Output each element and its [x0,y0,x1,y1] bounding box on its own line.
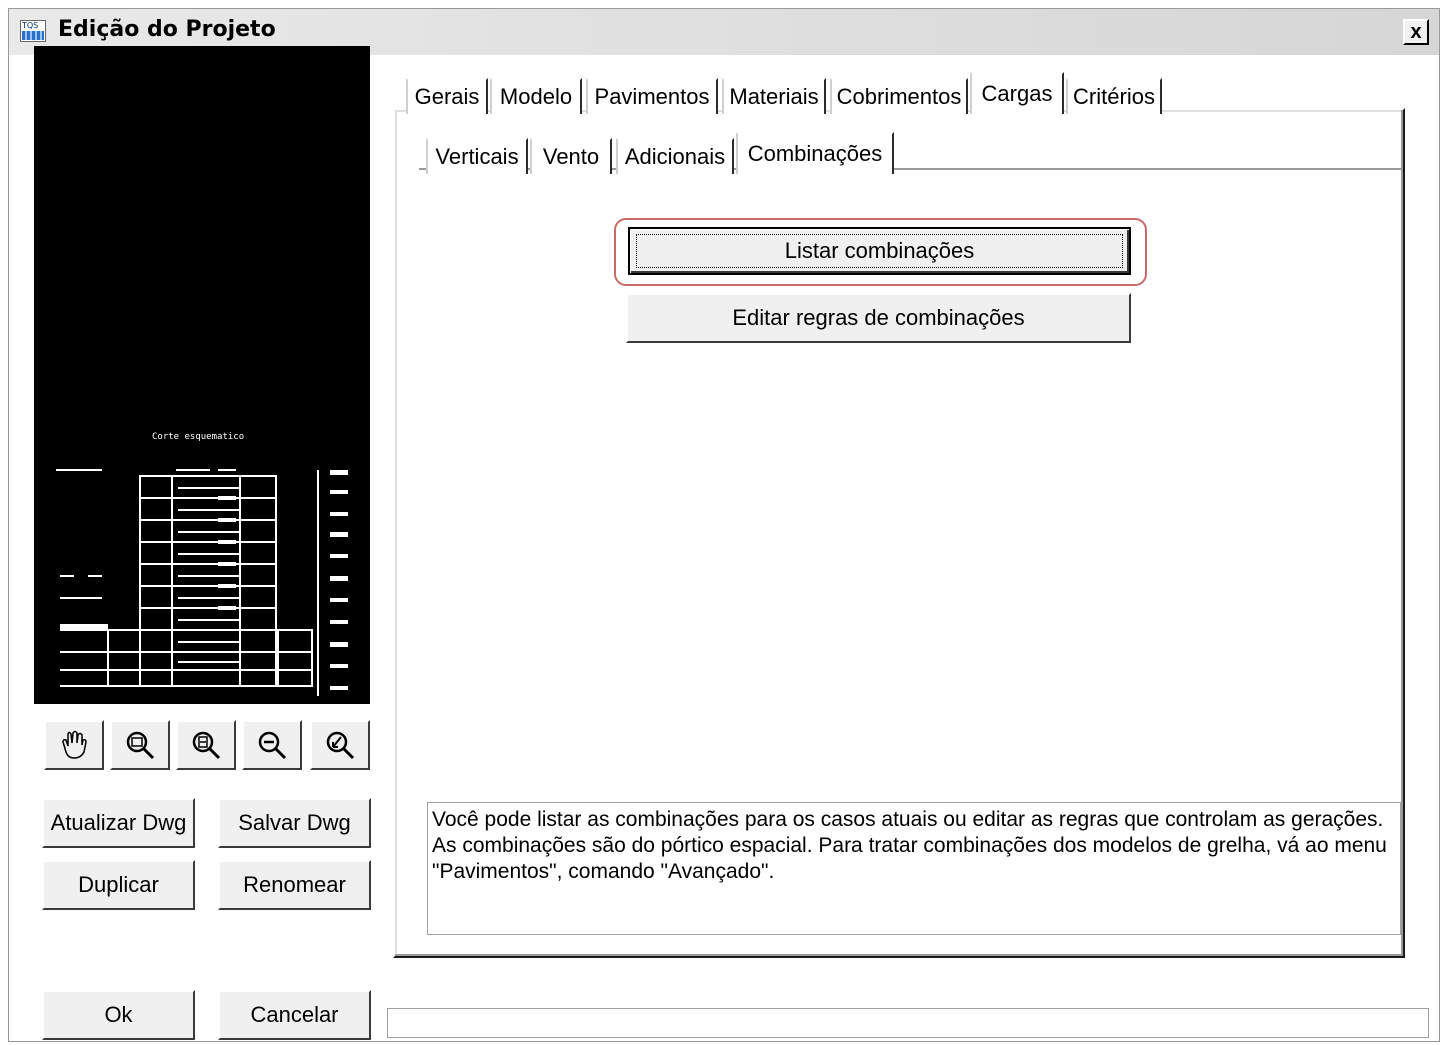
subtab-adicionais[interactable]: Adicionais [616,138,734,174]
update-dwg-button[interactable]: Atualizar Dwg [42,798,195,848]
zoom-out-icon [258,731,287,760]
zoom-out-button[interactable] [242,720,302,770]
zoom-previous-button[interactable] [310,720,370,770]
edit-rules-button[interactable]: Editar regras de combinações [626,293,1131,343]
subtab-vento[interactable]: Vento [530,138,612,174]
ok-button[interactable]: Ok [42,990,195,1040]
zoom-extents-icon [192,731,221,760]
zoom-extents-button[interactable] [176,720,236,770]
zoom-window-icon [126,731,155,760]
status-bar [387,1008,1429,1038]
cancel-button[interactable]: Cancelar [218,990,371,1040]
pan-button[interactable] [44,720,104,770]
subtab-combinacoes[interactable]: Combinações [736,132,894,174]
save-dwg-button[interactable]: Salvar Dwg [218,798,371,848]
list-combinations-button[interactable]: Listar combinações [628,227,1131,275]
zoom-window-button[interactable] [110,720,170,770]
window-title: Edição do Projeto [58,17,276,42]
preview-caption: Corte esquematico [152,432,244,442]
tab-cobrimentos[interactable]: Cobrimentos [830,78,968,114]
close-icon: x [1410,21,1422,43]
tab-criterios[interactable]: Critérios [1066,78,1162,114]
rename-button[interactable]: Renomear [218,860,371,910]
app-icon: TQS [20,20,46,42]
tab-materiais[interactable]: Materiais [722,78,826,114]
subtab-verticais[interactable]: Verticais [426,138,528,174]
pan-hand-icon [62,730,87,759]
building-section-drawing: Corte esquematico [56,432,348,696]
focus-rectangle [636,234,1123,268]
tab-gerais[interactable]: Gerais [406,78,488,114]
description-text: Você pode listar as combinações para os … [427,802,1401,935]
tab-pavimentos[interactable]: Pavimentos [586,78,718,114]
zoom-previous-icon [326,731,355,760]
duplicate-button[interactable]: Duplicar [42,860,195,910]
tab-cargas[interactable]: Cargas [970,72,1064,114]
close-button[interactable]: x [1403,19,1429,45]
drawing-preview[interactable]: Corte esquematico [34,46,370,704]
tab-modelo[interactable]: Modelo [490,78,582,114]
